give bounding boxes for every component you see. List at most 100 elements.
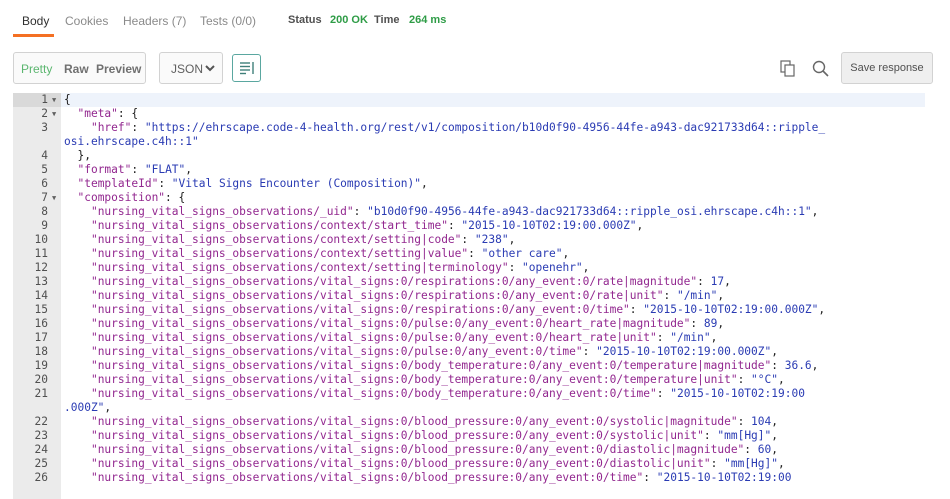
view-mode-group: Pretty Raw Preview (13, 52, 146, 84)
json-punct: , (104, 401, 112, 414)
json-punct: : (656, 387, 671, 400)
json-punct: : (468, 247, 482, 260)
code-text: "nursing_vital_signs_observations/vital_… (64, 289, 724, 303)
line-number: 13 (34, 275, 48, 288)
json-punct: , (636, 219, 644, 232)
json-string: "openehr" (522, 261, 583, 274)
json-key: "nursing_vital_signs_observations/vital_… (90, 457, 711, 470)
tab-tests[interactable]: Tests (0/0) (200, 14, 256, 28)
json-punct: : { (117, 107, 139, 120)
wrap-lines-icon (240, 62, 254, 75)
code-text: "nursing_vital_signs_observations/contex… (64, 247, 569, 261)
json-punct: : (737, 373, 752, 386)
json-key: "nursing_vital_signs_observations/contex… (90, 233, 462, 246)
json-punct: : (710, 457, 725, 470)
json-key: "nursing_vital_signs_observations/vital_… (90, 373, 738, 386)
json-number: 17 (710, 275, 725, 288)
json-key: "nursing_vital_signs_observations/vital_… (90, 387, 657, 400)
json-punct (64, 303, 91, 316)
code-text: "nursing_vital_signs_observations/vital_… (64, 331, 717, 345)
json-string: "°C" (751, 373, 778, 386)
response-toolbar: Pretty Raw Preview JSON Save response (0, 52, 950, 88)
json-key: "format" (77, 163, 132, 176)
code-lines: 1 ▼{2 ▼ "meta": {3 "href": "https://ehrsca… (13, 93, 925, 485)
code-line: 18 "nursing_vital_signs_observations/vit… (13, 345, 925, 359)
json-punct (64, 471, 91, 484)
code-text: "format": "FLAT", (64, 163, 192, 177)
code-text: "nursing_vital_signs_observations/vital_… (64, 443, 778, 457)
json-punct: , (717, 317, 725, 330)
format-select[interactable]: JSON (159, 52, 223, 84)
raw-button[interactable]: Raw (64, 62, 89, 76)
json-punct: , (771, 429, 779, 442)
json-punct: : (447, 219, 462, 232)
response-body-editor[interactable]: 1 ▼{2 ▼ "meta": {3 "href": "https://ehrsca… (13, 93, 925, 499)
json-punct: : (697, 275, 711, 288)
line-number: 23 (34, 429, 48, 442)
json-key: "templateId" (77, 177, 159, 190)
line-number: 8 (41, 205, 48, 218)
json-punct (64, 387, 91, 400)
json-punct (64, 191, 77, 204)
json-punct: , (771, 415, 779, 428)
code-line: 5 "format": "FLAT", (13, 163, 925, 177)
code-line: 13 "nursing_vital_signs_observations/vit… (13, 275, 925, 289)
line-number: 22 (34, 415, 48, 428)
tab-headers[interactable]: Headers (7) (123, 14, 186, 28)
tab-cookies[interactable]: Cookies (65, 14, 108, 28)
json-punct: , (778, 457, 785, 470)
preview-button[interactable]: Preview (96, 62, 141, 76)
code-line: 12 "nursing_vital_signs_observations/con… (13, 261, 925, 275)
json-key: "nursing_vital_signs_observations/vital_… (90, 471, 644, 484)
line-number: 20 (34, 373, 48, 386)
json-key: "nursing_vital_signs_observations/vital_… (90, 317, 691, 330)
json-key: "composition" (77, 191, 166, 204)
json-string: "https://ehrscape.code-4-health.org/rest… (144, 121, 826, 134)
code-text: "nursing_vital_signs_observations/vital_… (64, 345, 778, 359)
json-string: "Vital Signs Encounter (Composition)" (171, 177, 422, 190)
fold-toggle-icon[interactable]: ▼ (52, 191, 56, 205)
code-line: osi.ehrscape.c4h::1" (13, 135, 925, 149)
code-line: 9 "nursing_vital_signs_observations/cont… (13, 219, 925, 233)
search-icon[interactable] (812, 60, 829, 77)
copy-icon[interactable] (780, 60, 796, 77)
line-number: 17 (34, 331, 48, 344)
code-line: 11 "nursing_vital_signs_observations/con… (13, 247, 925, 261)
json-punct: : (703, 429, 718, 442)
code-line: 26 "nursing_vital_signs_observations/vit… (13, 471, 925, 485)
code-text: osi.ehrscape.c4h::1" (64, 135, 199, 149)
json-punct (64, 317, 91, 330)
code-line: 22 "nursing_vital_signs_observations/vit… (13, 415, 925, 429)
json-punct: , (562, 247, 570, 260)
line-number: 6 (41, 177, 48, 190)
status-value: 200 OK (330, 14, 368, 26)
json-punct: , (771, 345, 778, 358)
json-key: "meta" (77, 107, 118, 120)
json-punct (64, 373, 91, 386)
json-key: "nursing_vital_signs_observations/contex… (90, 247, 469, 260)
wrap-lines-button[interactable] (232, 54, 261, 82)
json-punct: , (185, 163, 193, 176)
line-number: 24 (34, 443, 48, 456)
json-punct: : { (165, 191, 186, 204)
json-punct (64, 233, 91, 246)
code-line: 20 "nursing_vital_signs_observations/vit… (13, 373, 925, 387)
code-line: 15 "nursing_vital_signs_observations/vit… (13, 303, 925, 317)
json-key: "nursing_vital_signs_observations/vital_… (90, 345, 583, 358)
tab-body[interactable]: Body (22, 14, 49, 28)
fold-toggle-icon[interactable]: ▼ (52, 93, 56, 107)
code-text: "nursing_vital_signs_observations/vital_… (64, 471, 792, 485)
json-key: "nursing_vital_signs_observations/vital_… (90, 429, 704, 442)
pretty-button[interactable]: Pretty (21, 62, 52, 76)
json-string: "other care" (481, 247, 563, 260)
save-response-button[interactable]: Save response (841, 52, 933, 84)
line-number: 10 (34, 233, 48, 246)
line-number: 11 (34, 247, 48, 260)
line-number: 5 (41, 163, 48, 176)
json-punct: , (421, 177, 428, 190)
fold-toggle-icon[interactable]: ▼ (52, 107, 56, 121)
json-punct: : (771, 359, 785, 372)
code-text: "nursing_vital_signs_observations/contex… (64, 233, 515, 247)
line-number: 21 (34, 387, 48, 400)
json-punct: : (158, 177, 172, 190)
